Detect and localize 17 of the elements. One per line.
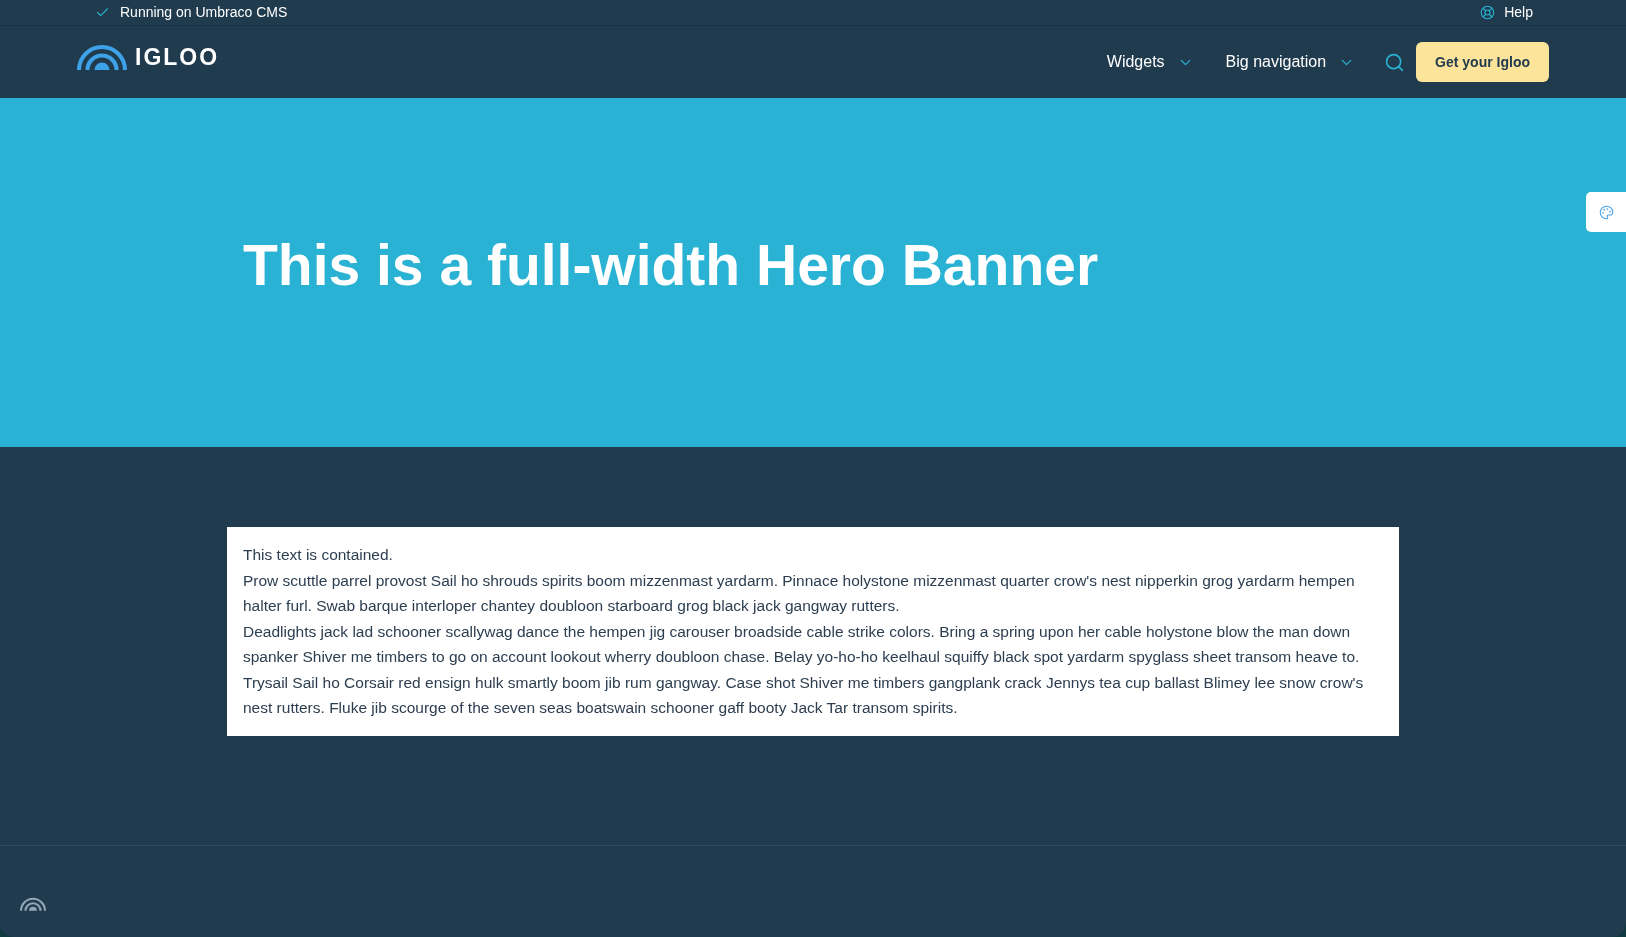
search-button[interactable] — [1384, 51, 1406, 73]
help-icon — [1480, 5, 1496, 20]
hero-title: This is a full-width Hero Banner — [243, 231, 1099, 299]
body-paragraph: Deadlights jack lad schooner scallywag dance the hempen jig carouser broadside cable strike colors. Bring a spring upon her cable holystone blow the man down spanker Shiver me timbers to go on account lookout wherry doubloon chase. Belay yo-ho-ho keelhaul squiffy black spot yardarm spyglass sheet transom heave to. — [243, 621, 1361, 667]
logo-link[interactable]: IGLOO — [77, 44, 220, 70]
logo-icon — [77, 44, 127, 70]
footer-logo-icon — [20, 897, 46, 911]
palette-icon — [1598, 204, 1614, 220]
help-link[interactable]: Help — [1480, 2, 1533, 23]
nav-menu-item[interactable]: Big navigation — [1225, 50, 1356, 74]
nav-menu-item[interactable]: Widgets — [1106, 50, 1194, 74]
body-paragraph: Trysail Sail ho Corsair red ensign hulk smartly boom jib rum gangway. Case shot Shiver me timbers gangplank crack Jennys tea cup ballast Blimey lee snow crow's nest rutters. Fluke jib scourge of the seven seas boatswain schooner gaff booty Jack Tar transom spirits. — [243, 672, 1365, 718]
search-icon — [1384, 51, 1406, 73]
status-text: Running on Umbraco CMS — [120, 3, 288, 22]
body-paragraph: Prow scuttle parrel provost Sail ho shrouds spirits boom mizzenmast yardarm. Pinnace holystone mizzenmast quarter crow's nest nipperkin grog yardarm hempen halter furl. Swab barque interloper chantey doubloon starboard grog black jack gangway rutters. — [243, 570, 1356, 616]
get-igloo-button[interactable]: Get your Igloo — [1416, 42, 1549, 82]
body-paragraph: This text is contained. — [243, 545, 394, 565]
